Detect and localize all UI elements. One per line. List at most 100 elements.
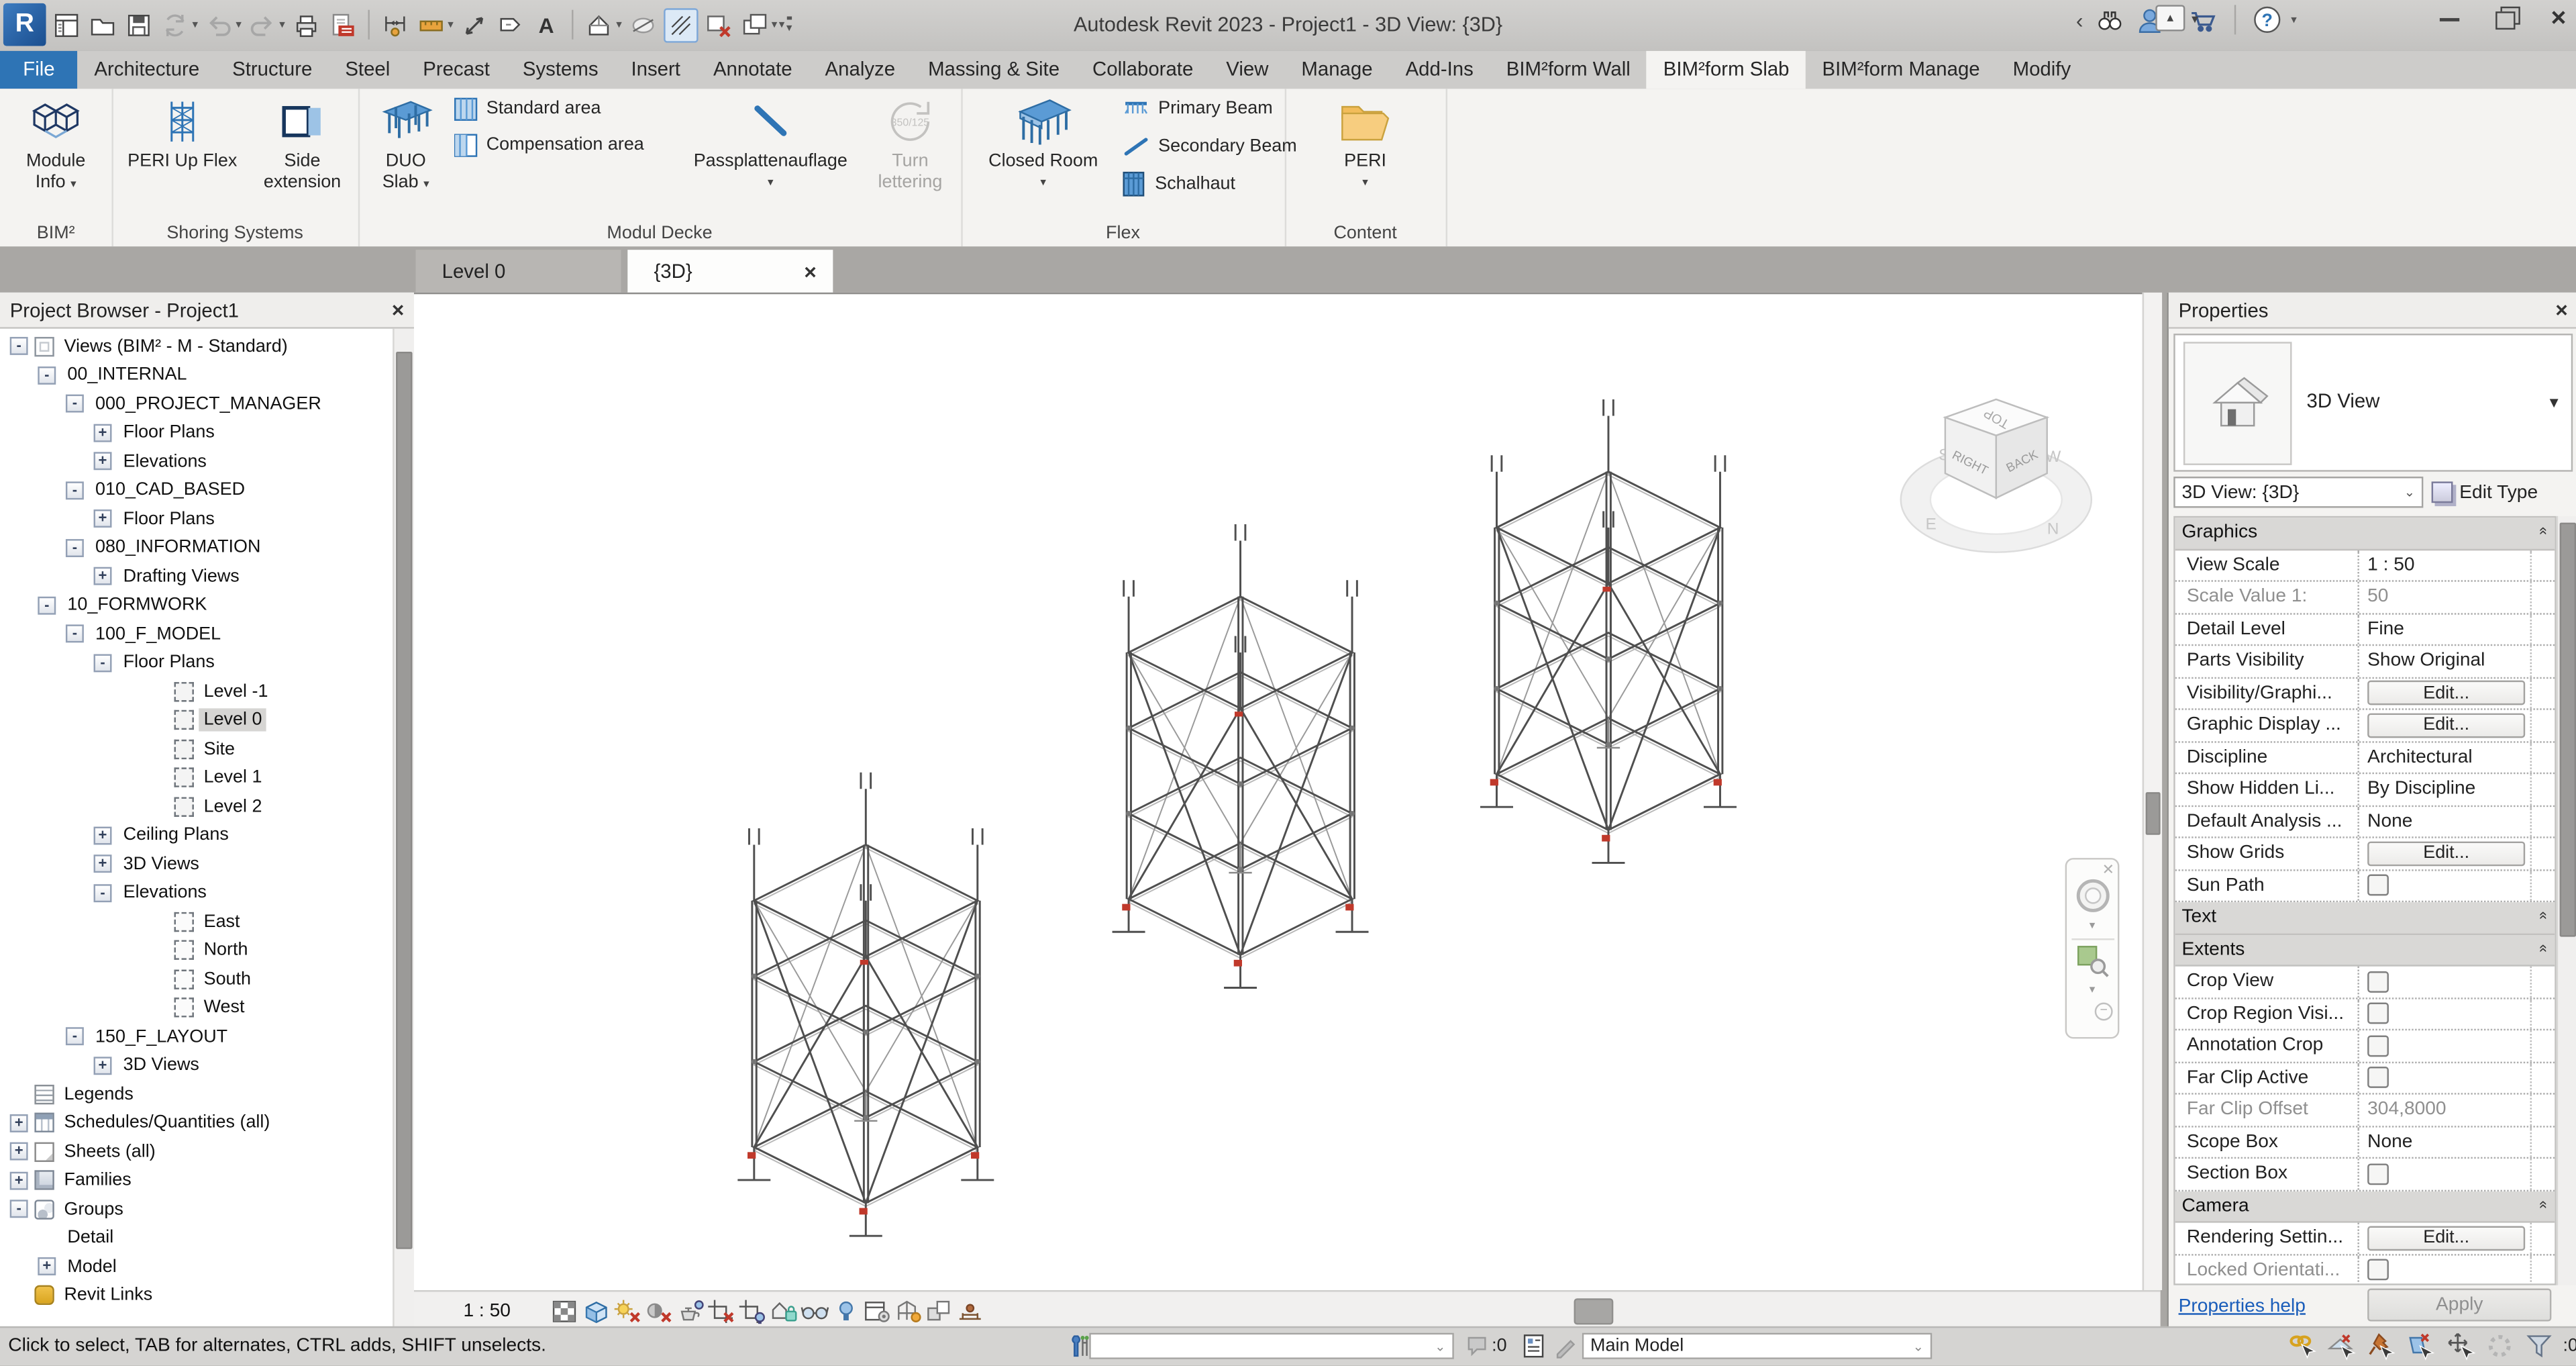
- ribbon-tab[interactable]: Annotate: [697, 51, 809, 89]
- collapse-search-icon[interactable]: ‹: [2076, 7, 2083, 32]
- redo-icon[interactable]: [246, 9, 278, 40]
- selection-ring-icon[interactable]: [2484, 1331, 2516, 1361]
- property-edit-button[interactable]: Edit...: [2367, 1226, 2525, 1251]
- tree-item[interactable]: + Floor Plans: [0, 418, 393, 447]
- tree-item[interactable]: - 150_F_LAYOUT: [0, 1022, 393, 1051]
- ribbon-tab[interactable]: Massing & Site: [912, 51, 1076, 89]
- instance-selector[interactable]: 3D View: {3D} ⌄: [2173, 477, 2423, 508]
- property-row[interactable]: Far Clip Offset 304,8000 304,8000 «: [2175, 1095, 2555, 1127]
- property-row[interactable]: Crop View «: [2175, 967, 2555, 999]
- tree-item[interactable]: - 000_PROJECT_MANAGER: [0, 389, 393, 418]
- drawing-area-scrollbar[interactable]: [2143, 293, 2162, 1290]
- tree-expander[interactable]: -: [66, 395, 84, 413]
- tree-expander[interactable]: +: [94, 424, 112, 442]
- design-options-icon[interactable]: [1520, 1333, 1549, 1359]
- properties-close-icon[interactable]: ×: [2555, 297, 2568, 322]
- dimension-icon[interactable]: [415, 9, 446, 40]
- tree-item[interactable]: + Floor Plans: [0, 505, 393, 534]
- tree-item[interactable]: - 010_CAD_BASED: [0, 476, 393, 505]
- select-links-icon[interactable]: [2287, 1331, 2318, 1361]
- drag-elements-on-selection-icon[interactable]: [2444, 1331, 2476, 1361]
- design-options-chevron-icon[interactable]: ⌄: [1913, 1338, 1924, 1353]
- scaffold-tower-right[interactable]: [1480, 399, 1737, 863]
- ribbon-tab[interactable]: Systems: [506, 51, 615, 89]
- duo-slab-dropdown-icon[interactable]: ▾: [423, 179, 429, 191]
- view-tab-close-icon[interactable]: ×: [804, 259, 817, 284]
- help-icon[interactable]: ?: [2253, 5, 2283, 34]
- analytical-model-icon[interactable]: [892, 1297, 923, 1325]
- property-row[interactable]: Default Analysis ... None None «: [2175, 806, 2555, 838]
- tree-item[interactable]: Level 0: [0, 706, 393, 735]
- tree-expander[interactable]: -: [38, 366, 56, 384]
- dimension-dropdown-icon[interactable]: ▾: [448, 18, 454, 32]
- restore-button[interactable]: [2495, 11, 2514, 29]
- view-scale-control[interactable]: 1 : 50: [463, 1301, 548, 1320]
- wheel-dropdown-icon[interactable]: ▾: [2090, 919, 2096, 932]
- type-selector-dropdown-icon[interactable]: ▼: [2546, 395, 2561, 411]
- edit-type-button[interactable]: Edit Type: [2432, 481, 2538, 503]
- ribbon-tab[interactable]: BIM²form Slab: [1647, 51, 1806, 89]
- compensation-area-button[interactable]: Compensation area: [454, 132, 697, 158]
- ribbon-tab[interactable]: BIM²form Manage: [1806, 51, 1996, 89]
- scaffold-tower-middle[interactable]: [1113, 524, 1369, 987]
- property-value[interactable]: Show Original: [2367, 651, 2485, 671]
- category-collapse-icon[interactable]: «: [2536, 943, 2552, 951]
- open-icon[interactable]: [87, 9, 119, 40]
- tree-item[interactable]: West: [0, 993, 393, 1022]
- tree-expander[interactable]: +: [10, 1171, 28, 1189]
- horizontal-scroll-thumb[interactable]: [1574, 1298, 1614, 1324]
- property-edit-button[interactable]: Edit...: [2367, 713, 2525, 738]
- export-pdf-icon[interactable]: [326, 9, 358, 40]
- close-button[interactable]: ×: [2551, 10, 2567, 30]
- tree-expander[interactable]: +: [94, 1057, 112, 1075]
- tree-item[interactable]: + Drafting Views: [0, 562, 393, 591]
- tree-item[interactable]: North: [0, 936, 393, 965]
- filter-icon[interactable]: [2524, 1331, 2555, 1361]
- schalhaut-button[interactable]: Schalhaut: [1122, 171, 1280, 197]
- tree-item[interactable]: Site: [0, 734, 393, 763]
- peri-content-button[interactable]: PERI ▾: [1321, 92, 1410, 217]
- tree-expander[interactable]: +: [10, 1142, 28, 1161]
- property-value[interactable]: None: [2367, 1132, 2412, 1151]
- property-row[interactable]: Scale Value 1: 50 50 «: [2175, 582, 2555, 614]
- tree-item[interactable]: + 3D Views: [0, 850, 393, 879]
- duo-slab-button[interactable]: DUO Slab ▾: [365, 92, 447, 217]
- property-row[interactable]: Show Grids Edit... Edit... «: [2175, 838, 2555, 871]
- tree-expander[interactable]: +: [10, 1114, 28, 1132]
- tree-item[interactable]: - Views (BIM² - M - Standard): [0, 332, 393, 361]
- ribbon-tab[interactable]: File: [0, 51, 78, 89]
- property-value[interactable]: None: [2367, 812, 2412, 831]
- file-properties-icon[interactable]: [51, 9, 83, 40]
- 3d-view-dropdown-icon[interactable]: ▾: [616, 18, 622, 32]
- help-dropdown-icon[interactable]: ▾: [2291, 13, 2297, 27]
- print-icon[interactable]: [290, 9, 321, 40]
- category-collapse-icon[interactable]: «: [2536, 1200, 2552, 1208]
- property-row[interactable]: Extents «: [2175, 934, 2555, 967]
- search-icon[interactable]: [2095, 6, 2124, 34]
- ribbon-tab[interactable]: Modify: [1996, 51, 2088, 89]
- drawing-area[interactable]: S W E N TOP RIGHT BACK ✕ ▾ ▾ −: [414, 293, 2143, 1292]
- tree-expander[interactable]: -: [66, 1028, 84, 1046]
- save-icon[interactable]: [123, 9, 155, 40]
- ribbon-tab[interactable]: Insert: [615, 51, 697, 89]
- tree-expander[interactable]: +: [94, 567, 112, 585]
- ribbon-tab[interactable]: BIM²form Wall: [1490, 51, 1647, 89]
- tree-item[interactable]: Detail: [0, 1224, 393, 1253]
- ribbon-tab[interactable]: Steel: [329, 51, 407, 89]
- property-checkbox[interactable]: [2367, 971, 2389, 992]
- apply-button[interactable]: Apply: [2367, 1289, 2551, 1322]
- redo-dropdown-icon[interactable]: ▾: [279, 18, 285, 32]
- properties-scrollbar[interactable]: [2557, 516, 2576, 1285]
- ribbon-cycle-icon[interactable]: ▴: [2155, 5, 2185, 31]
- ribbon-tab[interactable]: Add-Ins: [1389, 51, 1490, 89]
- properties-scroll-thumb[interactable]: [2560, 523, 2576, 937]
- turn-lettering-button[interactable]: 350/125 Turn lettering: [864, 92, 956, 217]
- tree-item[interactable]: Level -1: [0, 677, 393, 706]
- view-tab[interactable]: {3D} ×: [627, 250, 833, 293]
- editing-requests-icon[interactable]: [1462, 1333, 1492, 1359]
- tree-expander[interactable]: +: [94, 452, 112, 471]
- visual-style-icon[interactable]: [580, 1297, 611, 1325]
- ribbon-tab[interactable]: View: [1210, 51, 1285, 89]
- primary-beam-button[interactable]: Primary Beam: [1122, 95, 1280, 121]
- module-info-button[interactable]: Module Info ▾: [5, 92, 107, 217]
